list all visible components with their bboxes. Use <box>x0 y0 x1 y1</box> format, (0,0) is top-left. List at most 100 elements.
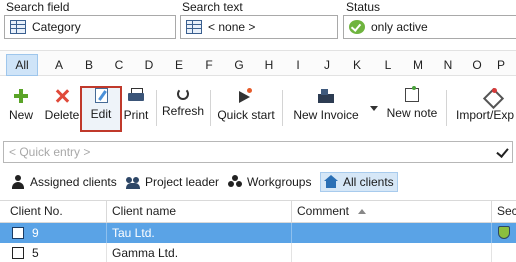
search-text-select[interactable]: < none > <box>180 15 338 39</box>
row-checkbox[interactable] <box>12 247 24 259</box>
toolbar-separator <box>282 90 283 126</box>
column-client-no[interactable]: Client No. <box>10 204 63 218</box>
letter-f[interactable]: F <box>195 55 223 75</box>
table-header: Client No. Client name Comment Sec <box>0 201 516 223</box>
quick-start-button[interactable]: Quick start <box>215 88 277 132</box>
tab-project-leader[interactable]: Project leader <box>123 172 222 192</box>
people-icon <box>126 175 140 189</box>
tab-project-leader-label: Project leader <box>145 175 220 189</box>
column-comment[interactable]: Comment <box>297 204 349 218</box>
letter-n[interactable]: N <box>434 55 462 75</box>
cell-divider <box>106 243 107 262</box>
cell-divider <box>491 223 492 243</box>
edit-button[interactable]: Edit <box>80 86 122 132</box>
toolbar-separator <box>210 90 211 126</box>
letter-h[interactable]: H <box>255 55 283 75</box>
letter-e[interactable]: E <box>165 55 193 75</box>
person-icon <box>11 175 25 189</box>
letter-b[interactable]: B <box>75 55 103 75</box>
tab-workgroups[interactable]: Workgroups <box>225 172 314 192</box>
home-icon <box>324 175 338 189</box>
cell-divider <box>106 223 107 243</box>
quick-entry-field[interactable]: < Quick entry > <box>3 141 513 163</box>
search-field-select[interactable]: Category <box>4 15 176 39</box>
cell-divider <box>291 223 292 243</box>
letter-l[interactable]: L <box>374 55 402 75</box>
letter-g[interactable]: G <box>225 55 253 75</box>
quick-start-icon <box>238 88 254 104</box>
letter-a[interactable]: A <box>45 55 73 75</box>
column-client-name[interactable]: Client name <box>112 204 176 218</box>
view-tabs: Assigned clients Project leader Workgrou… <box>0 170 516 194</box>
status-select[interactable]: only active <box>343 15 516 39</box>
table-icon <box>186 20 202 34</box>
printer-icon <box>128 88 144 104</box>
client-no-cell: 9 <box>32 226 39 240</box>
search-field-label: Search field <box>6 0 70 14</box>
table-icon <box>10 20 26 34</box>
table-row[interactable]: 5 Gamma Ltd. <box>0 243 516 262</box>
invoice-icon <box>318 88 334 104</box>
confirm-check-icon[interactable] <box>496 145 509 158</box>
chevron-down-icon[interactable] <box>370 106 378 111</box>
print-button[interactable]: Print <box>122 88 150 132</box>
import-export-icon <box>484 88 500 104</box>
new-note-label: New note <box>386 106 438 120</box>
plus-icon <box>13 88 29 104</box>
letter-p[interactable]: P <box>487 55 515 75</box>
edit-label: Edit <box>90 107 112 121</box>
table-row[interactable]: 9 Tau Ltd. <box>0 223 516 243</box>
search-field-value: Category <box>32 20 81 34</box>
letter-c[interactable]: C <box>105 55 133 75</box>
delete-label: Delete <box>44 108 80 122</box>
new-note-button[interactable]: New note <box>384 86 440 132</box>
cell-divider <box>491 243 492 262</box>
search-text-value: < none > <box>208 20 256 34</box>
refresh-label: Refresh <box>162 104 205 118</box>
tab-assigned-label: Assigned clients <box>30 175 117 189</box>
edit-icon <box>94 88 108 103</box>
clients-table: Client No. Client name Comment Sec 9 Tau… <box>0 200 516 262</box>
client-name-cell: Tau Ltd. <box>112 226 155 240</box>
letter-k[interactable]: K <box>343 55 371 75</box>
letter-j[interactable]: J <box>313 55 341 75</box>
delete-button[interactable]: Delete <box>44 88 80 132</box>
tab-all-clients-label: All clients <box>343 175 394 189</box>
search-text-label: Search text <box>182 0 243 14</box>
refresh-button[interactable]: Refresh <box>162 88 204 132</box>
row-checkbox[interactable] <box>12 227 24 239</box>
column-divider <box>491 201 492 223</box>
new-button[interactable]: New <box>6 88 36 132</box>
new-label: New <box>8 108 33 122</box>
filter-bar: Search field Category Search text < none… <box>0 0 516 42</box>
status-label: Status <box>346 0 381 14</box>
new-invoice-button[interactable]: New Invoice <box>290 88 362 132</box>
client-name-cell: Gamma Ltd. <box>112 246 179 260</box>
client-no-cell: 5 <box>32 246 39 260</box>
refresh-icon <box>177 88 189 100</box>
tab-assigned-clients[interactable]: Assigned clients <box>8 172 120 192</box>
delete-icon <box>54 88 70 104</box>
cell-divider <box>291 243 292 262</box>
column-divider <box>291 201 292 223</box>
toolbar-separator <box>156 90 157 126</box>
letter-d[interactable]: D <box>135 55 163 75</box>
letter-all[interactable]: All <box>6 54 38 76</box>
status-value: only active <box>371 20 428 34</box>
toolbar: New Delete Edit Print Refresh Quick star… <box>0 84 516 134</box>
column-divider <box>106 201 107 223</box>
quick-entry-placeholder: < Quick entry > <box>9 145 91 159</box>
import-export-label: Import/Exp <box>456 108 515 122</box>
alphabet-bar: All A B C D E F G H I J K L M N O P <box>0 50 516 76</box>
letter-m[interactable]: M <box>404 55 432 75</box>
letter-i[interactable]: I <box>284 55 312 75</box>
new-invoice-label: New Invoice <box>293 108 359 122</box>
import-export-button[interactable]: Import/Exp <box>456 88 516 132</box>
group-icon <box>228 175 242 189</box>
print-label: Print <box>123 108 149 122</box>
sort-ascending-icon <box>358 209 366 214</box>
column-sec[interactable]: Sec <box>497 204 516 218</box>
tab-all-clients[interactable]: All clients <box>320 172 398 192</box>
note-icon <box>405 86 419 102</box>
check-circle-icon <box>349 20 365 34</box>
